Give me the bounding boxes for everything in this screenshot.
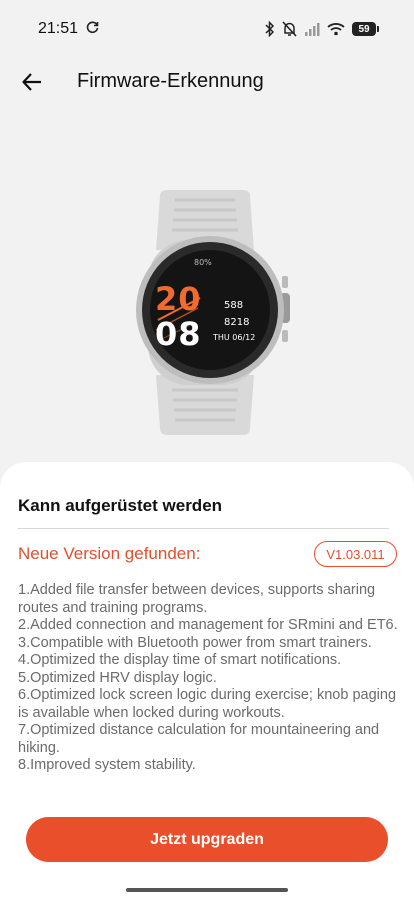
changelog: 1.Added file transfer between devices, s… [18,582,398,775]
mute-bell-icon [282,21,297,37]
home-indicator[interactable] [126,888,288,892]
changelog-item: 1.Added file transfer between devices, s… [18,582,376,616]
watch-image: 80% 20 08 588 8218 THU 06/12 [120,190,300,435]
new-version-label: Neue Version gefunden: [18,544,201,563]
watch-hour: 20 [155,280,202,318]
watch-battery-text: 80% [194,258,212,267]
changelog-item: 7.Optimized distance calculation for mou… [18,722,380,756]
watch-stat-2: 8218 [224,317,250,328]
changelog-item: 8.Improved system stability. [18,757,196,773]
app-header: Firmware-Erkennung [0,60,414,104]
status-right: 59 [265,21,379,37]
signal-icon [304,22,320,36]
status-bar: 21:51 59 [0,0,414,58]
status-left: 21:51 [38,20,100,39]
watch-date: THU 06/12 [213,333,256,342]
version-badge: V1.03.011 [314,541,397,567]
changelog-item: 6.Optimized lock screen logic during exe… [18,687,397,721]
sync-icon [86,20,100,39]
back-button[interactable] [16,66,48,98]
changelog-item: 5.Optimized HRV display logic. [18,669,217,686]
bluetooth-icon [265,21,275,37]
sheet-title: Kann aufgerüstet werden [18,496,223,515]
back-arrow-icon [22,73,41,91]
watch-minute: 08 [155,315,202,353]
divider [18,528,389,529]
upgrade-button[interactable]: Jetzt upgraden [26,817,388,862]
changelog-item: 4.Optimized the display time of smart no… [18,652,342,668]
watch-stat-1: 588 [224,300,244,311]
page-title: Firmware-Erkennung [77,70,264,92]
wifi-icon [327,22,345,36]
status-time: 21:51 [38,20,79,37]
changelog-item: 2.Added connection and management for SR… [18,617,398,633]
changelog-item: 3.Compatible with Bluetooth power from s… [18,634,372,651]
battery-icon: 59 [352,22,379,36]
